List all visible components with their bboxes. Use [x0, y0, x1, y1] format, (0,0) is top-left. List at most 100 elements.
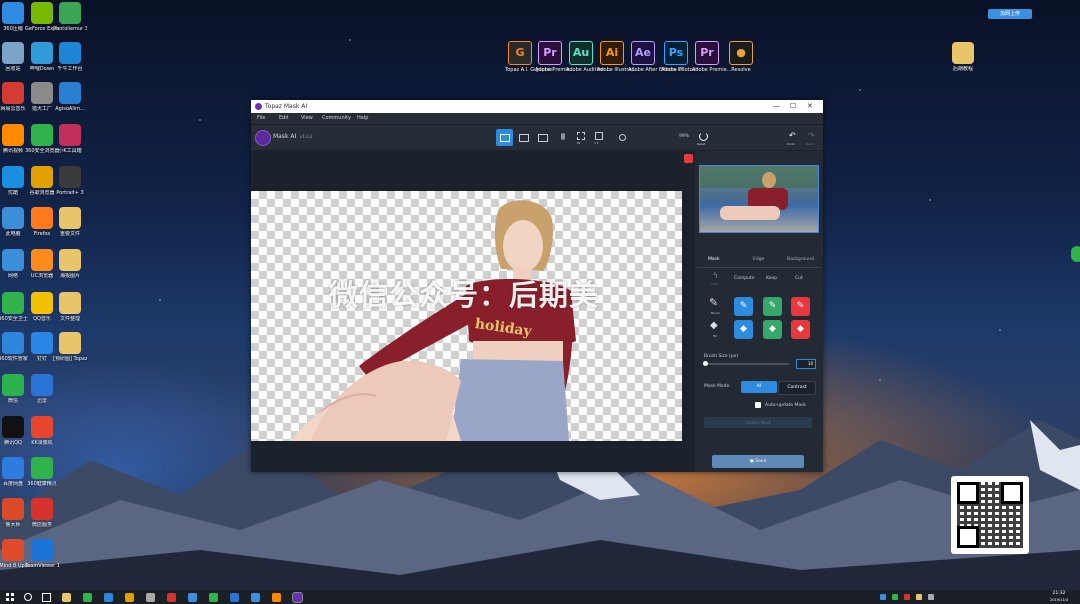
view-single-button[interactable]: [496, 129, 513, 146]
desktop-shortcut[interactable]: Photoliemur 3: [53, 2, 87, 32]
taskbar-app-icon[interactable]: [292, 592, 303, 603]
clock[interactable]: 21:32 2019/11/4: [1044, 590, 1074, 604]
start-button[interactable]: [6, 593, 14, 601]
maximize-button[interactable]: ☐: [790, 100, 796, 113]
desktop-folder-tutorial[interactable]: 后期教程: [946, 42, 980, 72]
brush-size-input[interactable]: 10: [796, 359, 816, 369]
taskbar-app-icon[interactable]: [83, 593, 92, 602]
desktop-shortcut[interactable]: KK录像机: [25, 416, 59, 446]
desktop-app-shortcut[interactable]: G Topaz A.I. Gigapixel: [505, 41, 554, 73]
menu-help[interactable]: Help: [357, 113, 368, 124]
desktop-shortcut[interactable]: 重要文件: [53, 207, 87, 237]
zoom-button[interactable]: 1:1: [590, 129, 607, 146]
minimize-button[interactable]: —: [773, 100, 780, 113]
search-icon[interactable]: [24, 593, 32, 601]
app-icon: [31, 332, 53, 354]
cut-brush-button[interactable]: ✎: [791, 297, 810, 316]
app-icon: [59, 207, 81, 229]
desktop-shortcut[interactable]: 文件整理: [53, 292, 87, 322]
side-float-button[interactable]: [1071, 246, 1080, 262]
desktop-shortcut[interactable]: AgisoAlim...: [53, 82, 87, 112]
navigator-thumbnail[interactable]: [699, 165, 819, 233]
action-auto[interactable]: Auto: [711, 282, 718, 286]
desktop-app-shortcut[interactable]: Ae Adobe After Effects CC ...: [628, 41, 691, 73]
app-icon: [31, 457, 53, 479]
preview-button[interactable]: [614, 129, 631, 146]
tray-icon[interactable]: [892, 594, 898, 600]
close-button[interactable]: ✕: [807, 100, 813, 113]
taskbar-app-icon[interactable]: [125, 593, 134, 602]
desktop-app-shortcut[interactable]: ● Resolve: [726, 41, 756, 73]
taskbar-app-icon[interactable]: [104, 593, 113, 602]
compute-brush-button[interactable]: ✎: [734, 297, 753, 316]
action-cut[interactable]: Cut: [795, 276, 803, 281]
auto-update-checkbox[interactable]: [755, 402, 761, 408]
brush-size-slider[interactable]: [703, 361, 789, 366]
view-split-button[interactable]: [515, 129, 532, 146]
fit-button[interactable]: Fit: [572, 129, 589, 146]
desktop-app-shortcut[interactable]: Au Adobe Audition ...: [566, 41, 611, 73]
desktop-shortcut[interactable]: 微店服务: [25, 498, 59, 528]
keep-fill-button[interactable]: ◆: [763, 320, 782, 339]
app-icon: [2, 457, 24, 479]
menu-edit[interactable]: Edit: [279, 113, 289, 124]
desktop-app-shortcut[interactable]: Ai Adobe Illustrat...: [597, 41, 638, 73]
desktop-shortcut[interactable]: 360健康精灵: [25, 457, 59, 487]
desktop-app-shortcut[interactable]: Ps Adobe Photosh...: [661, 41, 703, 73]
slider-handle[interactable]: [703, 361, 708, 366]
taskbar-app-icon[interactable]: [62, 593, 71, 602]
tray-icon[interactable]: [904, 594, 910, 600]
tray-icon[interactable]: [880, 594, 886, 600]
pan-tool-button[interactable]: [554, 129, 571, 146]
brush-icon: ✎: [768, 301, 777, 311]
tab-background[interactable]: Background: [787, 257, 814, 262]
taskbar-app-icon[interactable]: [230, 593, 239, 602]
desktop-shortcut[interactable]: 迅雷: [25, 374, 59, 404]
update-mask-button[interactable]: Update Mask: [704, 417, 812, 428]
image-canvas[interactable]: holiday 微信公众号：后期美: [251, 151, 695, 472]
redo-button[interactable]: ↷ Redo: [803, 129, 820, 147]
task-view-icon[interactable]: [42, 593, 51, 602]
taskbar-app-icon[interactable]: [209, 593, 218, 602]
taskbar-app-icon[interactable]: [251, 593, 260, 602]
taskbar-app-icon[interactable]: [188, 593, 197, 602]
keep-brush-button[interactable]: ✎: [763, 297, 782, 316]
menu-file[interactable]: File: [257, 113, 265, 124]
desktop-shortcut-label: 微店服务: [31, 522, 52, 528]
thumbnail-trees: [700, 166, 818, 188]
desktop-app-shortcut[interactable]: Pr Adobe Premie...: [535, 41, 574, 73]
brush-icon: ✎: [739, 301, 748, 311]
app-icon: [31, 82, 53, 104]
action-compute[interactable]: Compute: [734, 276, 755, 281]
taskbar-app-icon[interactable]: [272, 593, 281, 602]
mask-mode-ai-button[interactable]: AI: [741, 381, 777, 393]
desktop-shortcut[interactable]: TeamViewer 14: [25, 539, 59, 569]
menu-view[interactable]: View: [301, 113, 313, 124]
compute-fill-button[interactable]: ◆: [734, 320, 753, 339]
reset-button[interactable]: Reset: [695, 129, 712, 146]
mask-mode-contrast-button[interactable]: Contrast: [778, 381, 816, 395]
menu-community[interactable]: Community: [322, 113, 351, 124]
desktop-shortcut[interactable]: Portrait+ 3: [53, 166, 87, 196]
desktop-shortcut[interactable]: [预研图] Topaz M...: [53, 332, 87, 362]
view-side-button[interactable]: [534, 129, 551, 146]
tab-mask[interactable]: Mask: [708, 257, 720, 262]
action-keep[interactable]: Keep: [766, 276, 777, 281]
zoom-icon: [594, 132, 603, 140]
tray-icon[interactable]: [916, 594, 922, 600]
desktop-shortcut[interactable]: 海报图片: [53, 249, 87, 279]
desktop-shortcut[interactable]: 千牛工作台: [53, 42, 87, 72]
brush-tool-icon[interactable]: ✎: [709, 297, 721, 309]
upload-button[interactable]: 加网上传: [988, 9, 1032, 19]
desktop-shortcut[interactable]: 小K工具箱: [53, 124, 87, 154]
taskbar-app-icon[interactable]: [146, 593, 155, 602]
tab-edge[interactable]: Edge: [753, 257, 764, 262]
cut-fill-button[interactable]: ◆: [791, 320, 810, 339]
desktop-app-shortcut[interactable]: Pr Adobe Premie...: [692, 41, 731, 73]
tray-icon[interactable]: [928, 594, 934, 600]
tool-fill-label: Fill: [713, 334, 718, 338]
fill-tool-icon[interactable]: ◆: [710, 320, 722, 332]
undo-button[interactable]: ↶ Undo: [784, 129, 801, 147]
save-button[interactable]: ▣ Save: [712, 455, 804, 468]
taskbar-app-icon[interactable]: [167, 593, 176, 602]
